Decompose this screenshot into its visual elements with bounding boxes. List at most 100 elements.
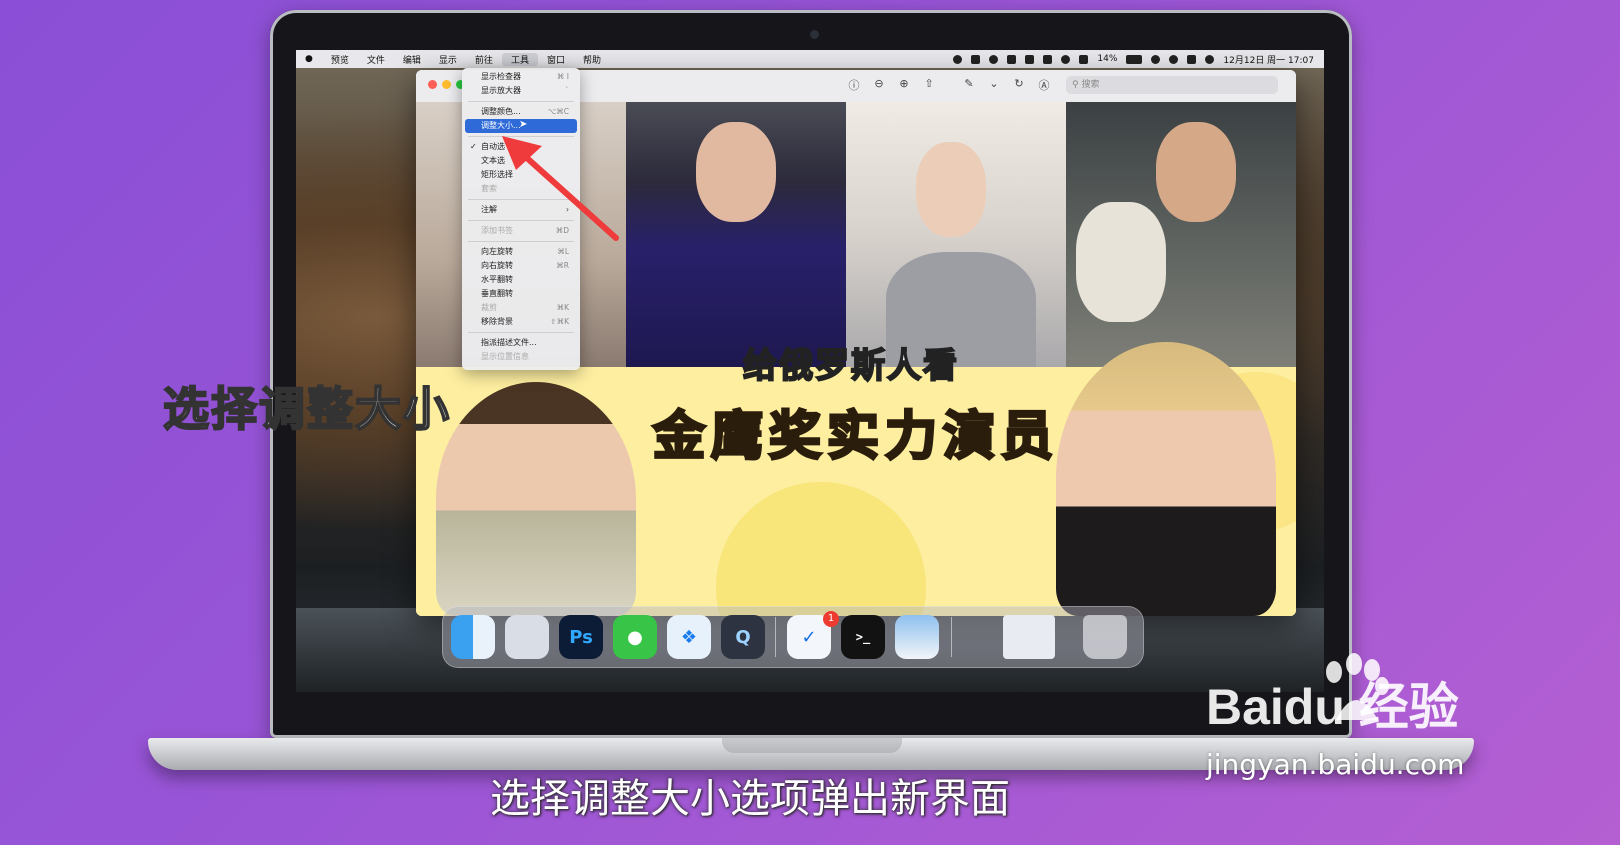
photo-actress-grey [846,102,1066,367]
cloud-icon[interactable] [971,54,981,64]
menu-bar: ● 预览 文件 编辑 显示 前往 工具 窗口 帮助 14% 12月12日 周一 … [296,50,1324,68]
shortcut: ` [565,86,569,95]
bolt-icon[interactable] [1025,54,1035,64]
zoom-out-icon[interactable]: ⊖ [871,77,887,93]
menu-tools[interactable]: 工具 [501,52,538,66]
menu-item-assign-profile[interactable]: 指派描述文件... [465,336,577,350]
search-icon[interactable] [1169,54,1179,64]
red-arrow-icon [502,136,619,241]
watermark-url: jingyan.baidu.com [1206,748,1465,781]
annotate-icon[interactable]: Ⓐ [1036,77,1052,93]
keyboard-icon[interactable] [1043,54,1053,64]
toolbar-icons: ⓘ ⊖ ⊕ ⇧ ✎ ⌄ ↻ Ⓐ [846,77,1052,93]
dock-separator [775,617,776,657]
menu-go[interactable]: 前往 [466,53,502,66]
close-button[interactable] [428,80,437,89]
menu-view[interactable]: 显示 [430,53,466,66]
finder-icon[interactable] [451,615,495,659]
bottom-caption: 选择调整大小选项弹出新界面 [490,776,1010,822]
dock-separator [951,617,952,657]
battery-icon[interactable] [1126,54,1143,64]
minimize-button[interactable] [442,80,451,89]
side-caption: 选择调整大小 [162,381,451,437]
wifi-icon[interactable] [1151,54,1161,64]
share-icon[interactable]: ⇧ [921,77,937,93]
shortcut: ⇧⌘K [550,317,569,326]
shortcut: ⌥⌘C [547,107,569,116]
chevron-down-icon[interactable]: ⌄ [986,77,1002,93]
menu-item-crop[interactable]: 裁剪 ⌘K [465,301,577,315]
clock[interactable]: 12月12日 周一 17:07 [1223,53,1314,66]
zoom-in-icon[interactable]: ⊕ [896,77,912,93]
menu-help[interactable]: 帮助 [574,53,610,66]
menu-item-label: 水平翻转 [481,275,513,284]
trash-icon[interactable] [1083,615,1127,659]
dock: Ps ● ❖ Q ✓ 1 >_ [442,606,1144,668]
control-center-icon[interactable] [1187,54,1197,64]
menu-separator [468,101,574,102]
menu-item-adjust-color[interactable]: 调整颜色... ⌥⌘C [465,105,577,119]
menu-edit[interactable]: 编辑 [394,53,430,66]
menu-item-label: 裁剪 [481,303,497,312]
info-icon[interactable]: ⓘ [846,77,862,93]
record-icon[interactable] [953,54,963,64]
alert-icon[interactable] [1007,54,1017,64]
menu-item-remove-background[interactable]: 移除背景 ⇧⌘K [465,315,577,329]
status-area: 14% 12月12日 周一 17:07 [953,53,1324,66]
menu-item-label: 调整大小... [481,121,521,130]
thumbnail-headline-main: 金鹰奖实力演员 [651,406,1059,469]
menu-item-label: 移除背景 [481,317,513,326]
menu-item-label: 注解 [481,205,497,214]
menu-item-label: 向右旋转 [481,261,513,270]
checkmark-icon: ✓ [470,142,477,151]
camera-icon [810,30,819,39]
menu-item-label: 显示位置信息 [481,352,529,361]
thumbnail-headline-top: 给俄罗斯人看 [742,345,959,387]
laptop-screen: ● 预览 文件 编辑 显示 前往 工具 窗口 帮助 14% 12月12日 周一 … [296,50,1324,692]
shield-icon[interactable] [989,54,999,64]
bluetooth-icon[interactable] [1079,54,1089,64]
messages-icon[interactable]: ● [613,615,657,659]
rotate-icon[interactable]: ↻ [1011,77,1027,93]
terminal-icon[interactable]: >_ [841,615,885,659]
battery-percent: 14% [1097,54,1118,64]
search-field[interactable]: ⚲ 搜索 [1066,76,1278,94]
notification-badge: 1 [823,611,839,627]
launchpad-icon[interactable] [505,615,549,659]
user-icon[interactable] [1061,54,1071,64]
menu-item-flip-vertical[interactable]: 垂直翻转 [465,287,577,301]
menu-preview[interactable]: 预览 [322,53,358,66]
menu-item-show-location[interactable]: 显示位置信息 [465,350,577,364]
downloads-stack-icon[interactable] [1003,615,1055,659]
menu-item-flip-horizontal[interactable]: 水平翻转 [465,273,577,287]
shortcut: ⌘R [556,261,569,270]
menu-item-label: 显示检查器 [481,72,521,81]
photoshop-icon[interactable]: Ps [559,615,603,659]
menu-item-label: 垂直翻转 [481,289,513,298]
shortcut: ⌘K [556,303,569,312]
menu-file[interactable]: 文件 [358,53,394,66]
baidu-logo: Baidu 经验 [1206,653,1459,730]
menu-item-label: 套索 [481,184,497,193]
preview-icon[interactable] [895,615,939,659]
siri-icon[interactable] [1205,54,1215,64]
menu-item-rotate-right[interactable]: 向右旋转 ⌘R [465,259,577,273]
menu-separator [468,332,574,333]
russian-girl-right [1056,342,1276,616]
baidu-logo-text: Baidu 经验 [1206,679,1459,730]
menu-window[interactable]: 窗口 [538,53,574,66]
laptop-notch [722,738,902,753]
menu-item-show-magnifier[interactable]: 显示放大器 ` [465,84,577,98]
safari-icon[interactable]: ❖ [667,615,711,659]
menu-item-label: 显示放大器 [481,86,521,95]
menu-item-label: 调整颜色... [481,107,521,116]
quicktime-icon[interactable]: Q [721,615,765,659]
markup-icon[interactable]: ✎ [961,77,977,93]
search-placeholder: 搜索 [1081,80,1100,90]
menu-item-show-inspector[interactable]: 显示检查器 ⌘ I [465,70,577,84]
shortcut: ⌘ I [556,72,569,81]
apple-menu-icon[interactable]: ● [296,54,322,64]
photo-actor-suit [626,102,846,367]
menu-item-label: 指派描述文件... [481,338,537,347]
photo-actor-garlic [1066,102,1296,367]
